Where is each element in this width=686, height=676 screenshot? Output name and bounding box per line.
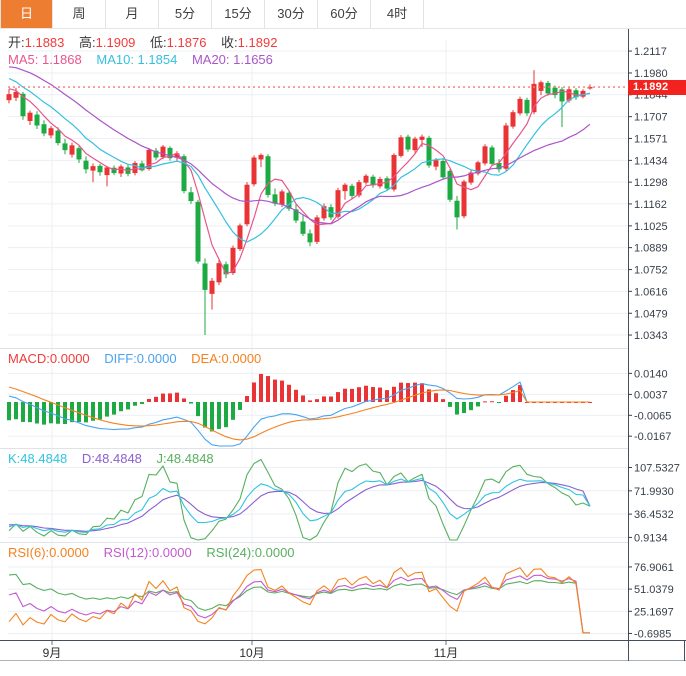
y-axis-tick-label: 1.1434 xyxy=(634,155,668,167)
tab-4时[interactable]: 4时 xyxy=(371,0,424,28)
y-axis-tick-label: -0.0065 xyxy=(634,410,671,422)
y-axis-tick-label: 1.1980 xyxy=(634,68,668,80)
tab-日[interactable]: 日 xyxy=(0,0,53,28)
tab-周[interactable]: 周 xyxy=(53,0,106,28)
tab-30分[interactable]: 30分 xyxy=(265,0,318,28)
chart-canvas[interactable]: 1.21171.19801.18441.17071.15711.14341.12… xyxy=(0,0,686,676)
y-axis-tick-label: 107.5327 xyxy=(634,462,680,474)
y-axis-tick-label: 0.0140 xyxy=(634,368,668,380)
y-axis-tick-label: 1.0479 xyxy=(634,308,668,320)
y-axis-tick-label: 1.1298 xyxy=(634,177,668,189)
y-axis-tick-label: 1.1162 xyxy=(634,199,667,211)
y-axis-tick-label: -0.0167 xyxy=(634,431,671,443)
tab-5分[interactable]: 5分 xyxy=(159,0,212,28)
tab-15分[interactable]: 15分 xyxy=(212,0,265,28)
y-axis-tick-label: -0.6985 xyxy=(634,628,671,640)
y-axis-tick-label: 1.2117 xyxy=(634,46,667,58)
x-axis-label: 9月 xyxy=(42,646,62,660)
x-axis-label: 10月 xyxy=(239,646,265,660)
y-axis-tick-label: 0.9134 xyxy=(634,532,668,544)
y-axis-tick-label: 76.9061 xyxy=(634,562,674,574)
y-axis-tick-label: 36.4532 xyxy=(634,509,674,521)
trading-chart-app: 1.2117 1.1980 1.1844 1.1707 1.1571 1.1434 1.12… xyxy=(0,0,686,676)
y-axis-tick-label: 1.1025 xyxy=(634,221,668,233)
current-price-tag: 1.1892 xyxy=(628,80,686,95)
y-axis-tick-label: 1.0752 xyxy=(634,265,668,277)
tab-60分[interactable]: 60分 xyxy=(318,0,371,28)
y-axis-tick-label: 1.1707 xyxy=(634,112,668,124)
y-axis-tick-label: 1.0889 xyxy=(634,243,668,255)
y-axis-tick-label: 51.0379 xyxy=(634,584,674,596)
y-axis-tick-label: 1.0343 xyxy=(634,330,668,342)
y-axis-tick-label: 71.9930 xyxy=(634,486,674,498)
y-axis-tick-label: 25.1697 xyxy=(634,606,674,618)
timeframe-toolbar: 日周月 5分 15分 30分 60分 4时 xyxy=(0,0,686,29)
y-axis-tick-label: 0.0037 xyxy=(634,389,668,401)
x-axis-label: 11月 xyxy=(433,646,459,660)
y-axis-tick-label: 1.1571 xyxy=(634,133,668,145)
y-axis-tick-label: 1.0616 xyxy=(634,286,668,298)
tab-月[interactable]: 月 xyxy=(106,0,159,28)
